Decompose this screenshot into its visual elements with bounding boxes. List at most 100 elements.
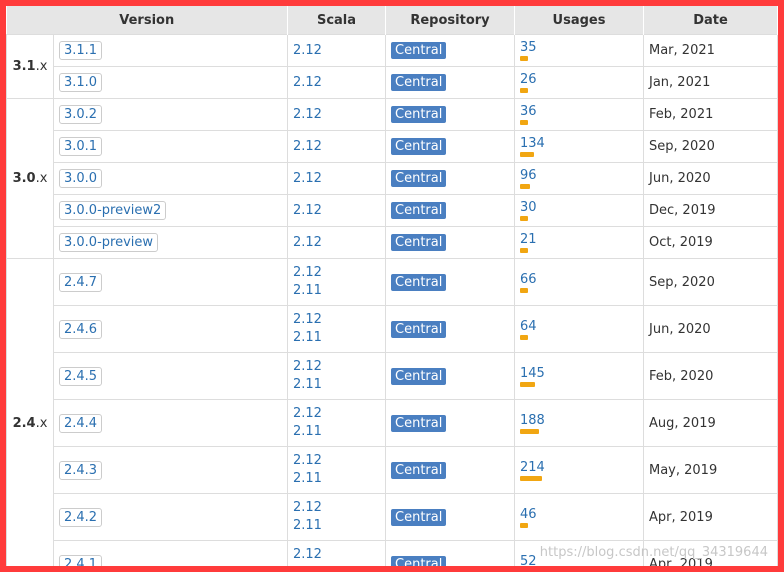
scala-cell: 2.122.11 (287, 352, 386, 400)
version-link[interactable]: 2.4.2 (59, 507, 103, 527)
version-link[interactable]: 3.0.0-preview (59, 233, 159, 252)
scala-version-link[interactable]: 2.12 (293, 74, 380, 92)
version-link[interactable]: 3.1.0 (59, 73, 103, 92)
version-cell: 3.1.0 (53, 66, 288, 99)
usages-cell: 46 (514, 493, 644, 541)
usages-cell: 64 (514, 305, 644, 353)
version-cell: 3.0.0-preview2 (53, 194, 288, 227)
col-header-repository[interactable]: Repository (385, 6, 515, 35)
scala-cell: 2.122.11 (287, 446, 386, 494)
scala-version-link[interactable]: 2.11 (293, 376, 380, 394)
scala-cell: 2.12 (287, 226, 386, 259)
table-row: 2.4.x 2.4.7 2.12 2.11 Central 66 Sep, 2020 (6, 258, 778, 566)
usages-cell: 214 (514, 446, 644, 494)
usages-link[interactable]: 214 (520, 460, 638, 475)
repository-badge[interactable]: Central (391, 555, 447, 566)
table-row: 2.4.4 2.12 2.11 Central 188 Aug, 2019 (7, 399, 778, 447)
version-group-label: 2.4.x (6, 258, 54, 566)
version-link[interactable]: 3.0.0 (59, 169, 103, 188)
group-suffix: .x (35, 59, 48, 74)
scala-version-link[interactable]: 2.11 (293, 282, 380, 300)
usages-link[interactable]: 26 (520, 72, 638, 87)
version-link[interactable]: 2.4.7 (59, 272, 103, 292)
repository-badge[interactable]: Central (391, 42, 447, 59)
version-cell: 2.4.6 (53, 305, 288, 353)
usages-link[interactable]: 36 (520, 104, 638, 119)
version-link[interactable]: 3.0.0-preview2 (59, 201, 167, 220)
scala-version-link[interactable]: 2.11 (293, 564, 380, 566)
repository-cell: Central (385, 162, 515, 195)
scala-version-link[interactable]: 2.12 (293, 138, 380, 156)
table-row: 3.0.1 2.12 Central 134 Sep, 2020 (7, 130, 778, 163)
scala-version-link[interactable]: 2.12 (293, 42, 380, 60)
scala-version-link[interactable]: 2.12 (293, 311, 380, 329)
group-major: 2.4 (12, 415, 36, 431)
repository-badge[interactable]: Central (391, 414, 447, 432)
table-row: 2.4.2 2.12 2.11 Central 46 Apr, 2019 (7, 493, 778, 541)
col-header-date[interactable]: Date (643, 6, 778, 35)
usages-link[interactable]: 145 (520, 366, 638, 381)
repository-badge[interactable]: Central (391, 273, 447, 291)
repository-badge[interactable]: Central (391, 320, 447, 338)
scala-version-link[interactable]: 2.11 (293, 470, 380, 488)
repository-badge[interactable]: Central (391, 106, 447, 123)
repository-badge[interactable]: Central (391, 74, 447, 91)
scala-version-link[interactable]: 2.12 (293, 106, 380, 124)
usages-link[interactable]: 66 (520, 272, 638, 287)
scala-cell: 2.12 (287, 34, 386, 67)
col-header-scala[interactable]: Scala (287, 6, 386, 35)
table-row: 3.0.0-preview 2.12 Central 21 Oct, 2019 (7, 226, 778, 259)
scala-version-link[interactable]: 2.12 (293, 358, 380, 376)
usages-link[interactable]: 134 (520, 136, 638, 151)
versions-table: Version Scala Repository Usages Date 3.1… (6, 6, 778, 566)
usages-link[interactable]: 64 (520, 319, 638, 334)
group-suffix: .x (35, 171, 48, 186)
usages-cell: 96 (514, 162, 644, 195)
version-link[interactable]: 2.4.3 (59, 460, 103, 480)
scala-version-link[interactable]: 2.12 (293, 170, 380, 188)
scala-version-link[interactable]: 2.11 (293, 423, 380, 441)
repository-badge[interactable]: Central (391, 234, 447, 251)
usages-link[interactable]: 30 (520, 200, 638, 215)
repository-cell: Central (385, 258, 515, 306)
usages-link[interactable]: 46 (520, 507, 638, 522)
date-cell: Jun, 2020 (643, 162, 778, 195)
version-link[interactable]: 2.4.6 (59, 319, 103, 339)
versions-panel: Version Scala Repository Usages Date 3.1… (6, 6, 778, 566)
usages-link[interactable]: 35 (520, 40, 638, 55)
scala-version-link[interactable]: 2.12 (293, 546, 380, 564)
scala-version-link[interactable]: 2.11 (293, 517, 380, 535)
repository-badge[interactable]: Central (391, 508, 447, 526)
scala-version-link[interactable]: 2.12 (293, 202, 380, 220)
col-header-usages[interactable]: Usages (514, 6, 644, 35)
version-cell: 3.0.0-preview (53, 226, 288, 259)
date-cell: Sep, 2020 (643, 130, 778, 163)
repository-badge[interactable]: Central (391, 461, 447, 479)
usages-link[interactable]: 188 (520, 413, 638, 428)
version-link[interactable]: 3.0.1 (59, 137, 103, 156)
version-cell: 2.4.1 (53, 540, 288, 566)
repository-cell: Central (385, 399, 515, 447)
repository-badge[interactable]: Central (391, 367, 447, 385)
scala-version-link[interactable]: 2.12 (293, 499, 380, 517)
scala-version-link[interactable]: 2.12 (293, 452, 380, 470)
scala-version-link[interactable]: 2.12 (293, 234, 380, 252)
col-header-version[interactable]: Version (6, 6, 288, 35)
repository-badge[interactable]: Central (391, 202, 447, 219)
repository-badge[interactable]: Central (391, 170, 447, 187)
date-cell: Aug, 2019 (643, 399, 778, 447)
usage-bar (520, 334, 528, 340)
scala-version-link[interactable]: 2.12 (293, 264, 380, 282)
version-link[interactable]: 2.4.1 (59, 554, 103, 566)
repository-badge[interactable]: Central (391, 138, 447, 155)
usages-link[interactable]: 96 (520, 168, 638, 183)
usages-link[interactable]: 21 (520, 232, 638, 247)
usages-link[interactable]: 52 (520, 554, 638, 567)
version-link[interactable]: 3.1.1 (59, 41, 103, 60)
version-link[interactable]: 2.4.4 (59, 413, 103, 433)
scala-version-link[interactable]: 2.12 (293, 405, 380, 423)
version-link[interactable]: 3.0.2 (59, 105, 103, 124)
repository-cell: Central (385, 66, 515, 99)
version-link[interactable]: 2.4.5 (59, 366, 103, 386)
scala-version-link[interactable]: 2.11 (293, 329, 380, 347)
